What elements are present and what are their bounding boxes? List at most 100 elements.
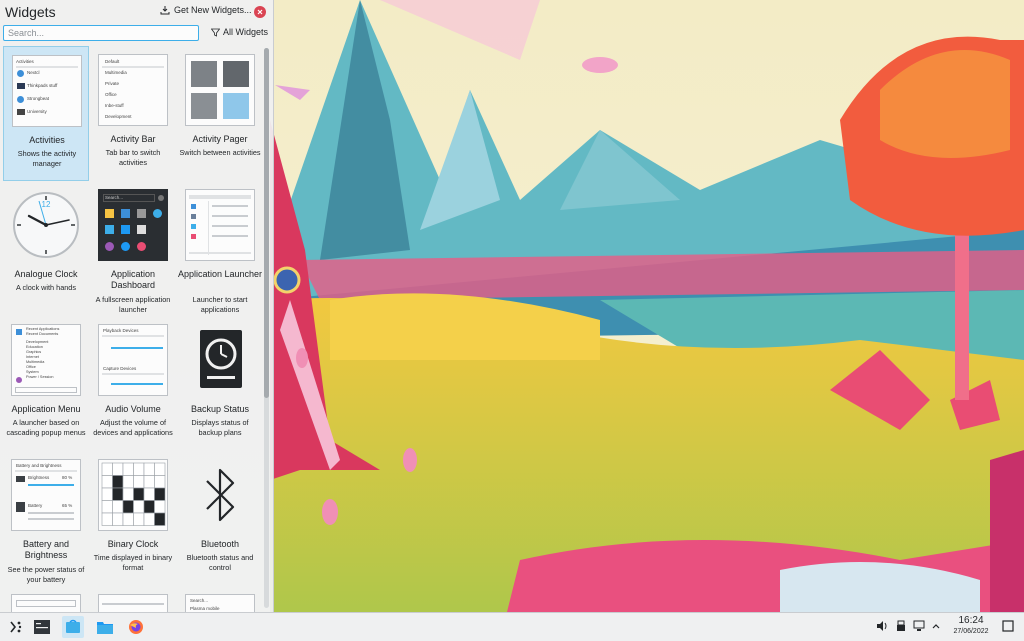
binary-clock-cell (133, 512, 145, 526)
widget-title: Application Launcher (177, 269, 263, 279)
widget-description: A launcher based on cascading popup menu… (6, 418, 86, 437)
preview-item: Private (105, 81, 120, 86)
preview-item: Multimedia (105, 70, 127, 75)
widget-tile-application-menu[interactable]: Recent Applications Recent Documents Dev… (3, 316, 89, 451)
widget-tile-bluetooth[interactable]: Bluetooth Bluetooth status and control (177, 451, 263, 586)
panel-header: Widgets Get New Widgets... (0, 0, 273, 26)
filter-icon (211, 28, 220, 37)
discover-task-button[interactable] (62, 616, 84, 638)
widget-title: Battery and Brightness (22, 539, 70, 560)
widget-description: Displays status of backup plans (191, 418, 249, 437)
binary-clock-cell (101, 462, 113, 476)
binary-clock-cell (143, 487, 155, 501)
discover-icon (66, 619, 80, 633)
network-tray-button[interactable] (912, 619, 926, 633)
bluetooth-icon (185, 459, 255, 531)
get-new-widgets-button[interactable]: Get New Widgets... (160, 5, 252, 15)
file-manager-icon (97, 622, 113, 634)
clock-date: 27/06/2022 (953, 628, 989, 635)
widget-tile-activities[interactable]: Activities Nextcl Thinkpads stuff Strong… (3, 46, 89, 181)
file-manager-task-button[interactable] (94, 616, 116, 638)
widget-tile-audio-volume[interactable]: Playback Devices Capture Devices Audio V… (90, 316, 176, 451)
preview-heading: Capture Devices (103, 366, 137, 371)
preview-heading: Battery and Brightness (16, 463, 62, 468)
binary-clock-cell (112, 512, 124, 526)
application-launcher-button[interactable] (4, 616, 26, 638)
binary-clock-cell (112, 475, 124, 489)
network-icon (913, 620, 925, 631)
widget-tile-binary-clock[interactable]: Binary Clock Time displayed in binary fo… (90, 451, 176, 586)
binary-clock-cell (143, 475, 155, 489)
binary-clock-cell (122, 512, 134, 526)
firefox-icon (129, 620, 143, 634)
show-desktop-button[interactable] (1001, 619, 1015, 633)
preview-item: Default (105, 59, 120, 64)
widget-description: Launcher to start applications (192, 295, 248, 314)
widget-tile-battery-brightness[interactable]: Battery and Brightness Brightness 80 % B… (3, 451, 89, 586)
preview-item: Thinkpads stuff (27, 83, 58, 88)
widgets-panel: Widgets Get New Widgets... All Widgets A… (0, 0, 274, 612)
widget-title: Analogue Clock (14, 269, 78, 279)
preview-item: Recent Documents (26, 332, 59, 336)
widget-tile-backup-status[interactable]: Backup Status Displays status of backup … (177, 316, 263, 451)
desktop-icon (1002, 620, 1014, 632)
binary-clock-cell (112, 462, 124, 476)
speaker-icon (877, 621, 887, 631)
preview-label: Brightness (28, 475, 50, 480)
search-input[interactable] (3, 25, 199, 41)
preview-item: Nextcl (27, 70, 40, 75)
terminal-icon (34, 620, 50, 634)
volume-tray-button[interactable] (875, 619, 889, 633)
widget-description: Bluetooth status and control (186, 553, 254, 572)
widget-tile-application-dashboard[interactable]: Search... Application Dashboard A fullsc… (90, 181, 176, 316)
terminal-task-button[interactable] (31, 616, 53, 638)
widget-grid: Activities Nextcl Thinkpads stuff Strong… (3, 46, 263, 612)
filter-label: All Widgets (223, 27, 269, 37)
widget-description: Shows the activity manager (17, 149, 77, 168)
scrollbar-thumb[interactable] (264, 48, 269, 398)
widget-description: Adjust the volume of devices and applica… (93, 418, 173, 437)
widget-title: Bluetooth (200, 539, 240, 549)
preview-search: Search... (190, 598, 209, 603)
preview-heading: Playback Devices (103, 328, 139, 333)
binary-clock-cell (122, 462, 134, 476)
digital-clock[interactable]: 16:24 27/06/2022 (946, 615, 996, 637)
widget-title: Activity Pager (192, 134, 248, 144)
preview-item: University (27, 109, 47, 114)
widget-title: Activities (29, 135, 65, 145)
binary-clock-cell (143, 500, 155, 514)
binary-clock-cell (154, 500, 166, 514)
widget-description: A clock with hands (15, 283, 77, 292)
widget-tile-application-launcher[interactable]: Application Launcher Launcher to start a… (177, 181, 263, 316)
clock-numeral: 12 (42, 200, 51, 209)
chevron-up-icon (932, 624, 940, 629)
show-hidden-tray-button[interactable] (929, 619, 943, 633)
binary-clock-cell (101, 487, 113, 501)
widget-description: Switch between activities (179, 148, 261, 157)
binary-clock-cell (154, 512, 166, 526)
widget-description: See the power status of your battery (7, 565, 85, 584)
close-panel-button[interactable] (254, 6, 266, 18)
binary-clock-cell (154, 475, 166, 489)
widget-tile-activity-pager[interactable]: Activity Pager Switch between activities (177, 46, 263, 181)
widget-tile-partial[interactable] (90, 586, 176, 612)
preview-value: 65 % (62, 503, 73, 508)
battery-preview: Battery and Brightness Brightness 80 % B… (11, 459, 81, 531)
app-menu-preview: Recent Applications Recent Documents Dev… (11, 324, 81, 396)
widget-tile-partial[interactable]: Search... Plasma mobile (177, 586, 263, 612)
device-tray-button[interactable] (894, 619, 908, 633)
widget-tile-partial[interactable] (3, 586, 89, 612)
firefox-task-button[interactable] (125, 616, 147, 638)
widget-tile-analogue-clock[interactable]: 12 Analogue Clock A clock with hands (3, 181, 89, 316)
usb-drive-icon (897, 620, 905, 631)
widget-title: Application Dashboard (110, 269, 156, 290)
widget-tile-activity-bar[interactable]: Default Multimedia Private Office Inbe-s… (90, 46, 176, 181)
preview-item: Office (105, 92, 117, 97)
taskbar: 16:24 27/06/2022 (0, 612, 1024, 641)
search-row: All Widgets (3, 25, 271, 43)
widget-list-scrollbar[interactable] (264, 48, 269, 608)
filter-dropdown[interactable]: All Widgets (211, 27, 268, 37)
audio-preview: Playback Devices Capture Devices (98, 324, 168, 396)
binary-clock-cell (101, 512, 113, 526)
binary-clock-cell (143, 512, 155, 526)
